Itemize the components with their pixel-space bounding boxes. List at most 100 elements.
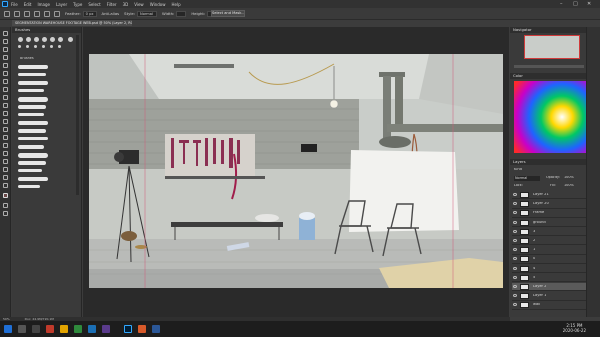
app-icon[interactable] [138,325,146,333]
intersect-selection-icon[interactable] [54,10,60,17]
brush-preset[interactable] [68,37,73,42]
foreground-color-swatch[interactable] [3,193,8,198]
eye-icon[interactable] [513,248,517,252]
width-input[interactable] [176,10,187,17]
eye-icon[interactable] [513,266,517,270]
brush-preset[interactable] [50,45,53,48]
brush-preset[interactable] [42,37,47,42]
photoshop-taskbar-icon[interactable] [124,325,132,333]
canvas[interactable] [89,54,503,288]
add-selection-icon[interactable] [34,10,40,17]
brush-stroke-preview[interactable] [18,161,46,165]
marquee-tool-icon[interactable] [14,10,20,17]
new-selection-icon[interactable] [24,10,30,17]
layer-row[interactable]: 2 [512,237,590,246]
app-icon[interactable] [102,325,110,333]
gradient-tool-icon[interactable] [3,119,8,124]
eyedropper-tool-icon[interactable] [3,71,8,76]
healing-tool-icon[interactable] [3,79,8,84]
brush-stroke-preview[interactable] [18,153,48,158]
layer-row[interactable]: 4 [512,264,590,273]
zoom-tool-icon[interactable] [3,183,8,188]
app-icon[interactable] [74,325,82,333]
lasso-tool-icon[interactable] [3,47,8,52]
path-select-tool-icon[interactable] [3,159,8,164]
brush-stroke-preview[interactable] [18,185,40,188]
brush-stroke-preview[interactable] [18,81,48,85]
brush-stroke-preview[interactable] [18,105,46,109]
brush-stroke-preview[interactable] [18,145,44,149]
eye-icon[interactable] [513,257,517,261]
antialias-checkbox[interactable]: Anti-alias [102,11,120,16]
layer-row[interactable]: Layer 20 [512,200,590,209]
menu-image[interactable]: Image [37,2,50,7]
stamp-tool-icon[interactable] [3,95,8,100]
eye-icon[interactable] [513,193,517,196]
menu-layer[interactable]: Layer [56,2,67,7]
brush-stroke-preview[interactable] [18,137,48,140]
menu-file[interactable]: File [11,2,18,7]
brush-stroke-preview[interactable] [18,89,44,92]
brush-preset[interactable] [26,37,31,42]
brush-stroke-preview[interactable] [18,177,48,181]
menu-type[interactable]: Type [73,2,82,7]
brush-preset[interactable] [50,37,55,42]
dodge-tool-icon[interactable] [3,135,8,140]
system-clock[interactable]: 2:15 PM 2020-06-22 [563,323,586,333]
eye-icon[interactable] [513,275,517,279]
navigator-preview[interactable] [524,35,580,59]
opacity-input[interactable]: 100% [564,176,574,179]
app-icon[interactable] [46,325,54,333]
layer-row[interactable]: ground [512,218,590,227]
eye-icon[interactable] [513,202,517,206]
eye-icon[interactable] [513,294,517,298]
layer-row[interactable]: Layer 2 [512,283,590,292]
color-wheel[interactable] [514,81,594,153]
brush-preset[interactable] [58,45,61,48]
menu-window[interactable]: Window [150,2,166,7]
brush-stroke-preview[interactable] [18,121,48,125]
brush-group-label[interactable]: Brushes [20,57,34,60]
menu-select[interactable]: Select [88,2,100,7]
eye-icon[interactable] [513,285,517,288]
crop-tool-icon[interactable] [3,63,8,68]
home-icon[interactable] [4,10,10,17]
screen-mode-icon[interactable] [3,211,8,216]
brush-preset[interactable] [26,45,29,48]
brush-stroke-preview[interactable] [18,129,46,133]
folder-icon[interactable] [60,325,68,333]
style-select[interactable]: Normal [137,10,157,17]
minimize-button[interactable]: – [560,1,563,7]
document-tab[interactable]: SEGMENTATION WAREHOUSE FOOTAGE WEB.psd @… [12,20,132,26]
eye-icon[interactable] [513,220,517,224]
brush-stroke-preview[interactable] [18,65,48,69]
brush-preset[interactable] [34,45,37,48]
brush-preset[interactable] [58,37,63,42]
layer-row[interactable]: 3 [512,227,590,237]
brush-stroke-preview[interactable] [18,97,48,102]
layer-row[interactable]: Frame [512,209,590,218]
layer-row[interactable]: 0 [512,255,590,264]
eraser-tool-icon[interactable] [3,111,8,116]
history-brush-tool-icon[interactable] [3,103,8,108]
brush-stroke-preview[interactable] [18,113,44,116]
hand-tool-icon[interactable] [3,175,8,180]
blur-tool-icon[interactable] [3,127,8,132]
brush-preset[interactable] [18,45,21,48]
type-tool-icon[interactable] [3,151,8,156]
layer-row[interactable]: Layer 1 [512,292,590,301]
brush-stroke-preview[interactable] [18,73,46,76]
layer-row[interactable]: 5 [512,273,590,283]
eye-icon[interactable] [513,303,517,307]
close-button[interactable]: ✕ [587,1,591,7]
eye-icon[interactable] [513,229,517,233]
layers-kind-filter[interactable]: Kind [514,168,522,172]
eye-icon[interactable] [513,239,517,242]
brushes-scrollbar[interactable] [76,35,79,195]
fill-input[interactable]: 100% [564,184,574,187]
search-icon[interactable] [18,325,26,333]
eye-icon[interactable] [513,211,517,215]
brush-preset[interactable] [34,37,39,42]
navigator-zoom-slider[interactable] [514,65,584,68]
brush-stroke-preview[interactable] [18,169,42,172]
